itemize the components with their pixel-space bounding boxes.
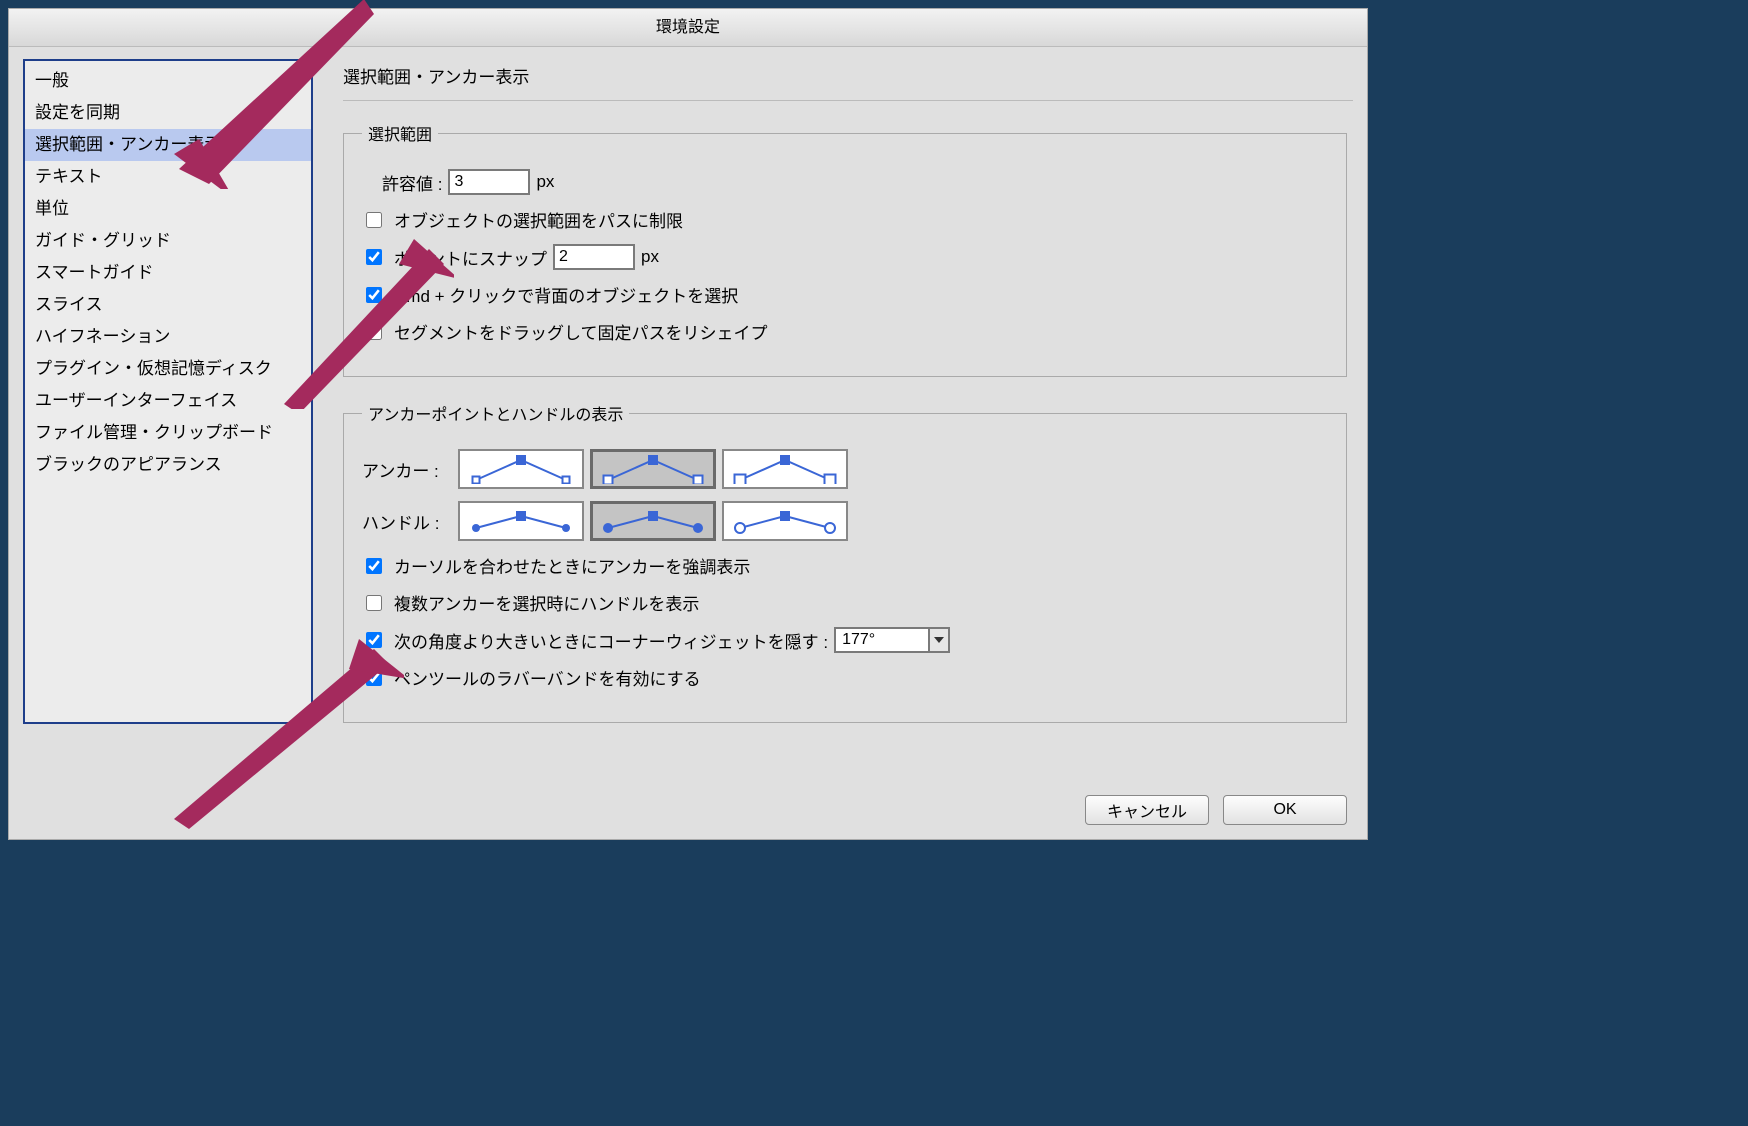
corner-angle-dropdown[interactable] [834,627,950,653]
anchor-style-group [458,449,848,489]
cmdclick-label[interactable]: Cmd + クリックで背面のオブジェクトを選択 [394,282,738,307]
handle-style-option-0[interactable] [458,501,584,541]
dropdown-arrow-icon[interactable] [928,627,950,653]
rubber-label[interactable]: ペンツールのラバーバンドを有効にする [394,665,701,690]
snap-label[interactable]: ポイントにスナップ [394,245,547,270]
sidebar-item-7[interactable]: スライス [25,289,311,321]
anchor-row-label: アンカー : [362,457,452,482]
anchor-style-option-1[interactable] [590,449,716,489]
multi-label[interactable]: 複数アンカーを選択時にハンドルを表示 [394,590,699,615]
sidebar-item-12[interactable]: ブラックのアピアランス [25,449,311,481]
anchors-legend: アンカーポイントとハンドルの表示 [362,401,629,425]
preferences-dialog: 環境設定 一般設定を同期選択範囲・アンカー表示テキスト単位ガイド・グリッドスマー… [8,8,1368,840]
cmdclick-checkbox[interactable] [366,287,382,303]
sidebar-item-1[interactable]: 設定を同期 [25,97,311,129]
highlight-checkbox[interactable] [366,558,382,574]
tolerance-input[interactable] [448,169,530,195]
anchor-style-option-0[interactable] [458,449,584,489]
multi-checkbox[interactable] [366,595,382,611]
sidebar-item-3[interactable]: テキスト [25,161,311,193]
reshape-label[interactable]: セグメントをドラッグして固定パスをリシェイプ [394,319,768,344]
tolerance-unit: px [536,172,554,192]
handle-style-group [458,501,848,541]
anchor-style-option-2[interactable] [722,449,848,489]
restrict-checkbox[interactable] [366,212,382,228]
main-panel: 選択範囲・アンカー表示 選択範囲 許容値 : px オブジェクトの選択範囲をパス… [343,59,1353,827]
anchors-fieldset: アンカーポイントとハンドルの表示 アンカー : ハンドル : [343,401,1347,723]
title-rule [343,100,1353,101]
dialog-title: 環境設定 [9,9,1367,47]
sidebar-item-4[interactable]: 単位 [25,193,311,225]
reshape-checkbox[interactable] [366,324,382,340]
dialog-footer: キャンセル OK [1085,795,1347,825]
cancel-button[interactable]: キャンセル [1085,795,1209,825]
panel-heading: 選択範囲・アンカー表示 [343,63,1353,88]
sidebar-item-8[interactable]: ハイフネーション [25,321,311,353]
restrict-label[interactable]: オブジェクトの選択範囲をパスに制限 [394,207,683,232]
ok-button[interactable]: OK [1223,795,1347,825]
handle-style-option-2[interactable] [722,501,848,541]
sidebar-item-0[interactable]: 一般 [25,65,311,97]
sidebar-item-2[interactable]: 選択範囲・アンカー表示 [25,129,311,161]
highlight-label[interactable]: カーソルを合わせたときにアンカーを強調表示 [394,553,750,578]
tolerance-label: 許容値 : [382,170,442,195]
sidebar-item-9[interactable]: プラグイン・仮想記憶ディスク [25,353,311,385]
corner-checkbox[interactable] [366,632,382,648]
selection-legend: 選択範囲 [362,121,438,145]
sidebar-item-5[interactable]: ガイド・グリッド [25,225,311,257]
snap-checkbox[interactable] [366,249,382,265]
sidebar-item-6[interactable]: スマートガイド [25,257,311,289]
handle-style-option-1[interactable] [590,501,716,541]
sidebar-item-11[interactable]: ファイル管理・クリップボード [25,417,311,449]
corner-angle-input[interactable] [834,627,928,653]
selection-fieldset: 選択範囲 許容値 : px オブジェクトの選択範囲をパスに制限 ポイントにスナッ… [343,121,1347,377]
rubber-checkbox[interactable] [366,670,382,686]
corner-label[interactable]: 次の角度より大きいときにコーナーウィジェットを隠す : [394,628,828,653]
sidebar-item-10[interactable]: ユーザーインターフェイス [25,385,311,417]
category-sidebar: 一般設定を同期選択範囲・アンカー表示テキスト単位ガイド・グリッドスマートガイドス… [23,59,313,724]
snap-input[interactable] [553,244,635,270]
handle-row-label: ハンドル : [362,509,452,534]
snap-unit: px [641,247,659,267]
